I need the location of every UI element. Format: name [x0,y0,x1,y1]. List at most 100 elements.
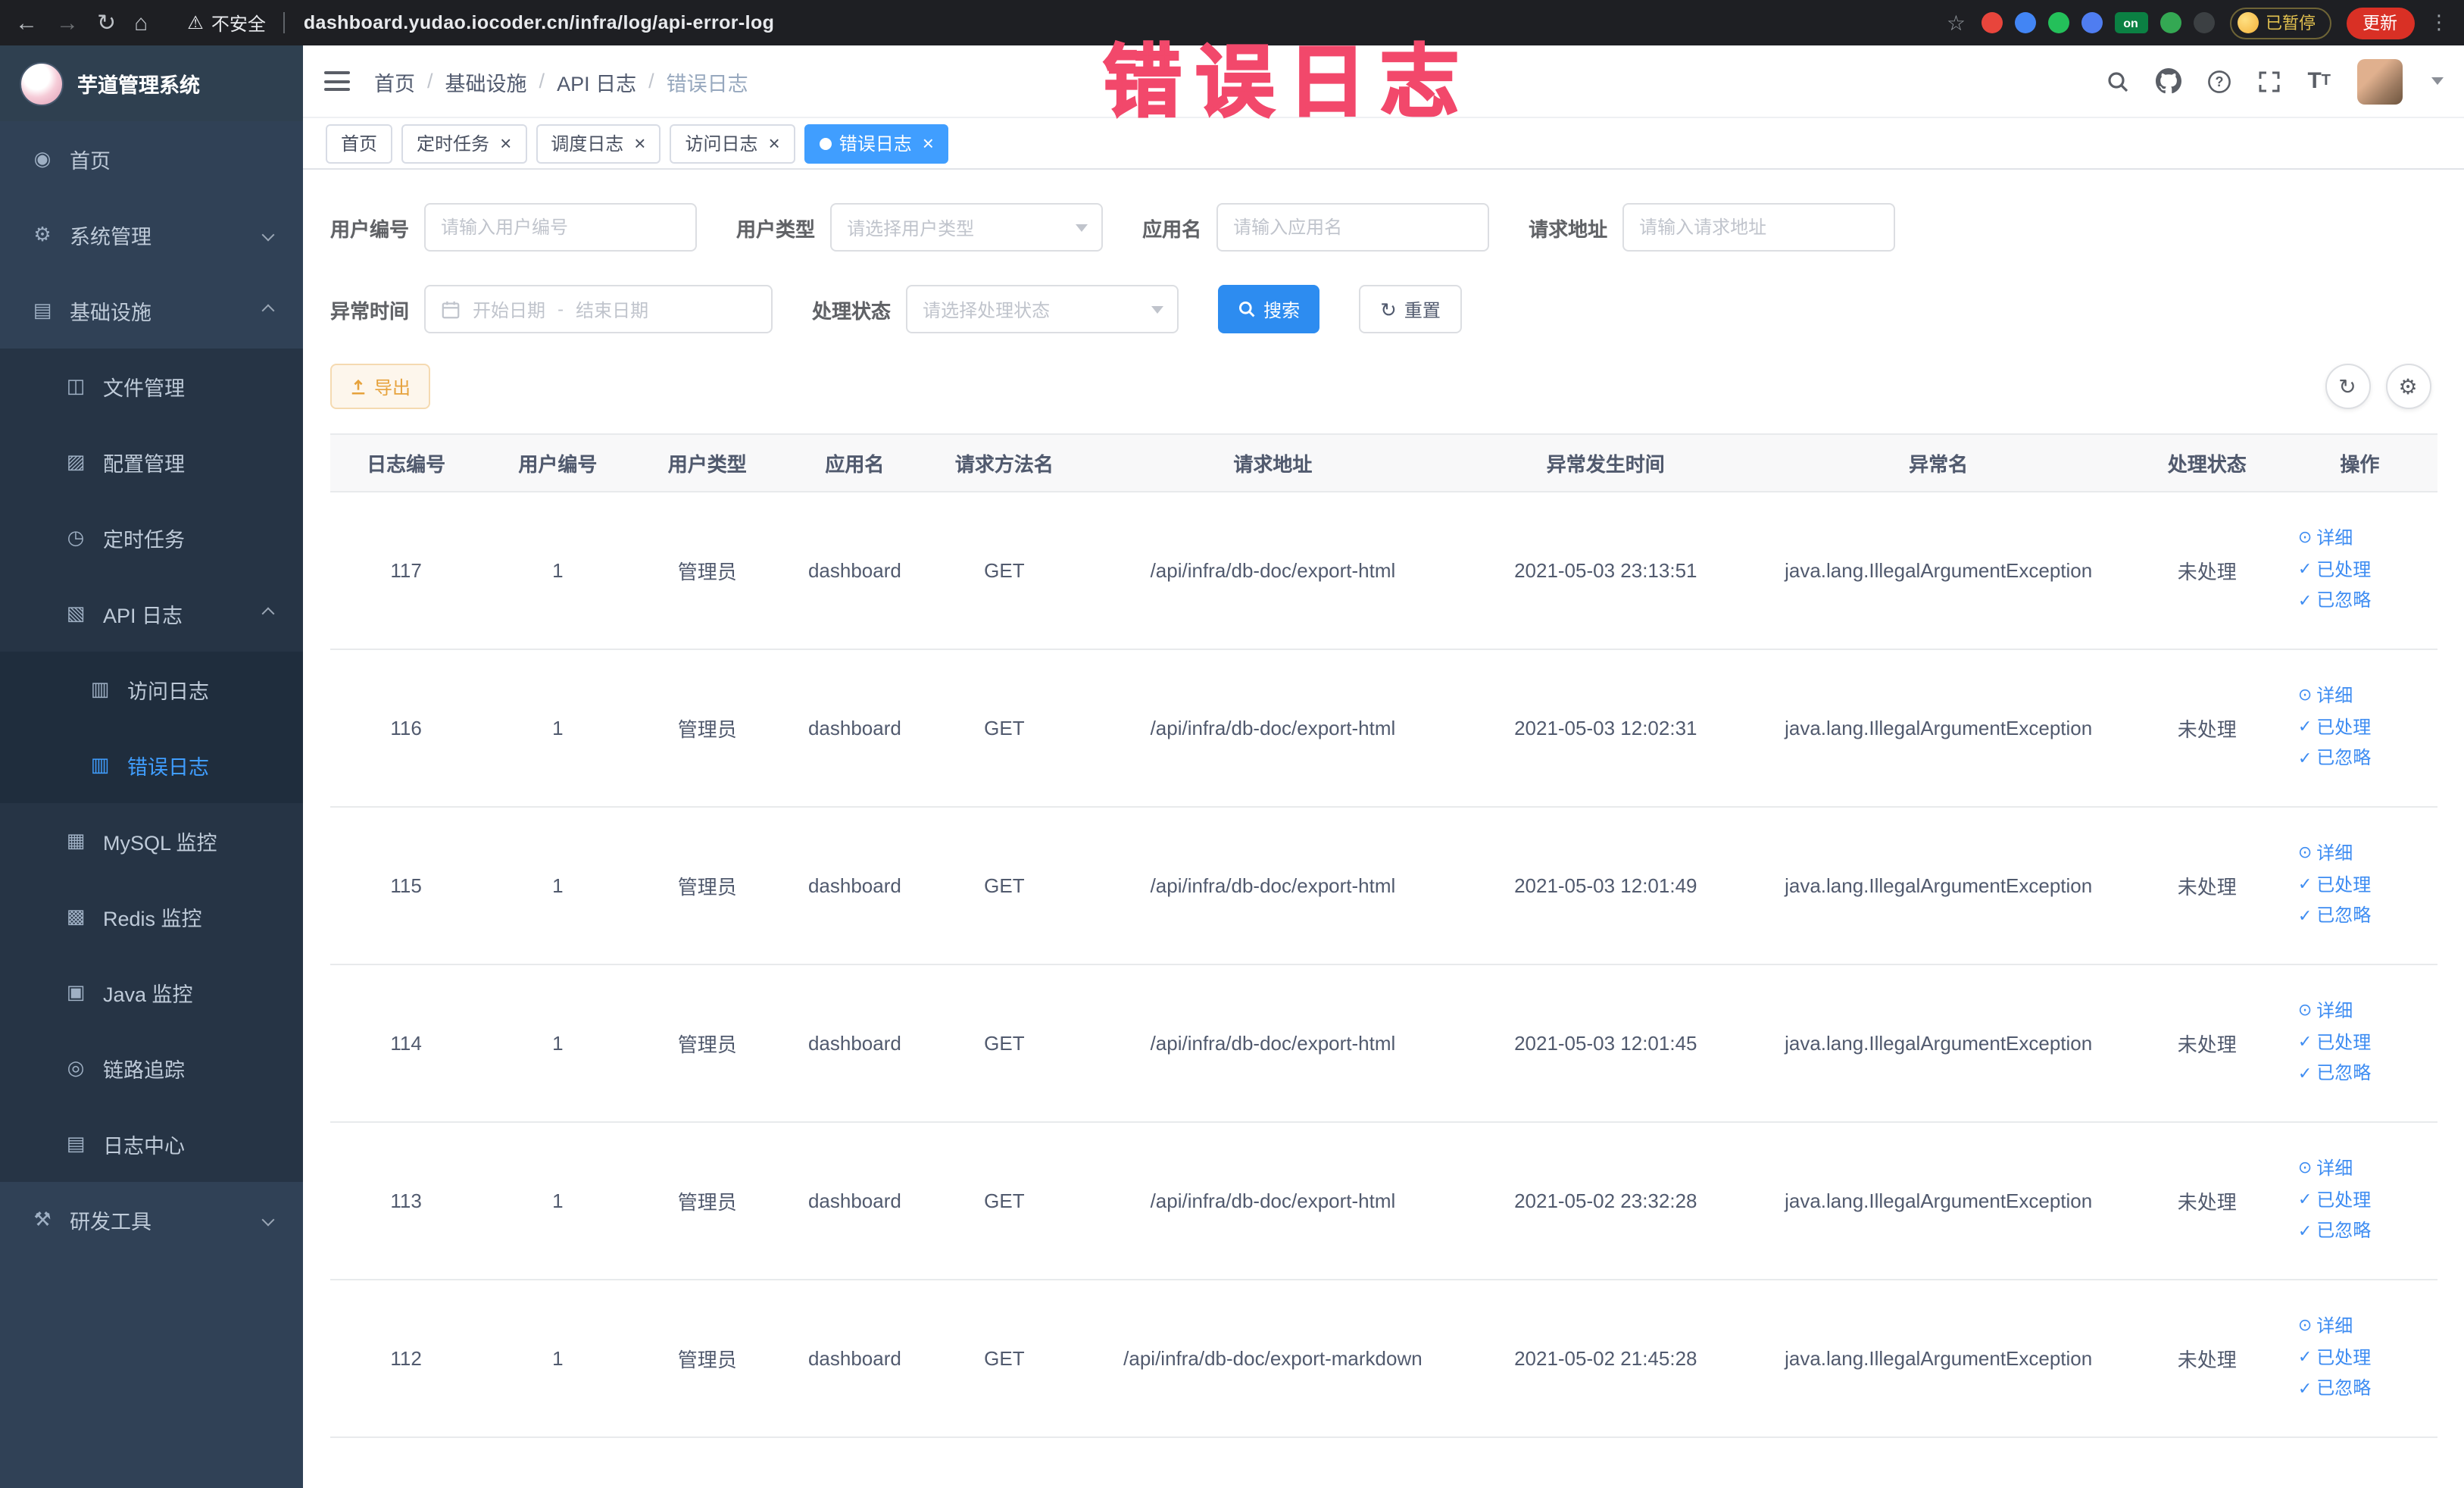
request-url-input[interactable] [1622,203,1896,252]
user-avatar[interactable] [2356,58,2402,104]
action-ignored[interactable]: ✓ 已忽略 [2298,748,2371,771]
bookmark-star-icon[interactable]: ☆ [1947,10,1966,36]
action-processed[interactable]: ✓ 已处理 [2298,558,2371,582]
search-icon[interactable] [2106,69,2130,93]
action-processed[interactable]: ✓ 已处理 [2298,716,2371,739]
paused-profile-chip[interactable]: 已暂停 [2229,7,2331,39]
action-ignored[interactable]: ✓ 已忽略 [2298,590,2371,614]
warning-icon: ⚠ [187,12,204,33]
sidebar-item-redis[interactable]: ▩ Redis 监控 [0,879,303,955]
sidebar-menu: ◉ 首页 ⚙ 系统管理 ▤ 基础设施 ◫ 文件管理 ▨ 配置管理 ◷ 定时任务 ▧ API 日志 ▥ 访问日志… [0,121,303,1258]
export-button[interactable]: 导出 [330,364,431,409]
sidebar-collapse-icon[interactable] [324,71,350,91]
action-label: 详细 [2316,1315,2353,1337]
sidebar-item-log-center[interactable]: ▤ 日志中心 [0,1106,303,1182]
filter-process-status: 处理状态 请选择处理状态 [812,285,1179,333]
extension-leaf-icon[interactable] [2160,12,2181,33]
action-detail[interactable]: ⊙ 详细 [2298,842,2353,866]
action-detail[interactable]: ⊙ 详细 [2298,527,2353,551]
action-detail[interactable]: ⊙ 详细 [2298,1000,2353,1024]
forward-icon[interactable]: → [56,11,79,34]
address-url[interactable]: dashboard.yudao.iocoder.cn/infra/log/api… [304,12,774,33]
tab-close-icon[interactable]: × [634,133,645,153]
browser-menu-icon[interactable]: ⋮ [2429,11,2449,35]
divider [283,12,286,33]
action-processed[interactable]: ✓ 已处理 [2298,874,2371,897]
breadcrumb-item[interactable]: API 日志 [557,66,636,96]
update-button[interactable]: 更新 [2346,7,2414,39]
user-type-select[interactable]: 请选择用户类型 [830,203,1104,252]
sidebar-item-config[interactable]: ▨ 配置管理 [0,424,303,500]
sidebar-item-home[interactable]: ◉ 首页 [0,121,303,197]
sidebar-item-system[interactable]: ⚙ 系统管理 [0,197,303,273]
extension-blue-drop-icon[interactable] [2014,12,2035,33]
sidebar-item-error-log[interactable]: ▥ 错误日志 [0,727,303,803]
tab-home[interactable]: 首页 [326,123,393,163]
sidebar-item-api-log[interactable]: ▧ API 日志 [0,576,303,652]
extension-blue-grid-icon[interactable] [2081,12,2102,33]
breadcrumb-item[interactable]: 基础设施 [445,66,527,96]
action-ignored[interactable]: ✓ 已忽略 [2298,1063,2371,1086]
site-security-chip[interactable]: ⚠ 不安全 [187,10,266,36]
extension-red-circle-icon[interactable] [1981,12,2002,33]
ignored-check-icon: ✓ [2297,592,2313,611]
search-button[interactable]: 搜索 [1218,285,1320,333]
extension-green-circle-icon[interactable] [2047,12,2069,33]
cell-method: GET [928,807,1080,965]
sidebar-item-file[interactable]: ◫ 文件管理 [0,349,303,424]
action-detail[interactable]: ⊙ 详细 [2298,1158,2353,1181]
tab-close-icon[interactable]: × [923,133,934,153]
filter-label: 处理状态 [812,299,892,322]
breadcrumb-item[interactable]: 首页 [374,66,415,96]
tab-close-icon[interactable]: × [500,133,511,153]
sidebar-logo[interactable]: 芋道管理系统 [0,45,303,121]
extension-paw-icon[interactable] [2193,12,2214,33]
exception-time-range[interactable]: 开始日期 - 结束日期 [424,285,773,333]
action-ignored[interactable]: ✓ 已忽略 [2298,905,2371,929]
font-size-icon[interactable]: TT [2307,68,2331,94]
app-name-input[interactable] [1216,203,1490,252]
cell-url: /api/infra/db-doc/export-html [1079,649,1466,808]
action-processed[interactable]: ✓ 已处理 [2298,1031,2371,1055]
filter-app-name: 应用名 [1142,203,1490,252]
tab-close-icon[interactable]: × [769,133,780,153]
fullscreen-icon[interactable] [2257,69,2281,93]
sidebar-item-mysql[interactable]: ▦ MySQL 监控 [0,803,303,879]
extension-on-badge[interactable]: on [2114,12,2147,33]
refresh-button[interactable]: ↻ [2325,364,2370,409]
github-icon[interactable] [2156,68,2182,94]
back-icon[interactable]: ← [15,11,38,34]
action-detail[interactable]: ⊙ 详细 [2298,685,2353,708]
column-settings-button[interactable]: ⚙ [2385,364,2431,409]
process-status-select[interactable]: 请选择处理状态 [906,285,1179,333]
sidebar-item-trace[interactable]: ◎ 链路追踪 [0,1030,303,1106]
action-label: 已处理 [2316,1189,2372,1211]
tab-access-log[interactable]: 访问日志 × [670,123,795,163]
chevron-down-icon [1151,306,1164,314]
sidebar-item-devtools[interactable]: ⚒ 研发工具 [0,1182,303,1258]
tab-error-log[interactable]: 错误日志 × [804,123,949,163]
reset-button[interactable]: ↻ 重置 [1359,285,1462,333]
devtools-icon: ⚒ [33,1208,52,1230]
access-log-icon: ▥ [90,677,110,700]
home-icon[interactable]: ⌂ [134,11,148,34]
action-processed[interactable]: ✓ 已处理 [2298,1346,2371,1370]
action-processed[interactable]: ✓ 已处理 [2298,1189,2371,1212]
search-button-label: 搜索 [1263,299,1301,320]
reload-icon[interactable]: ↻ [97,11,116,34]
sidebar-item-access-log[interactable]: ▥ 访问日志 [0,652,303,727]
breadcrumb-item: 错误日志 [666,72,748,95]
help-icon[interactable]: ? [2207,69,2231,93]
table-header-row: 日志编号 用户编号 用户类型 应用名 请求方法名 请求地址 异常发生时间 异常名 处理状态 操作 [330,433,2437,492]
action-ignored[interactable]: ✓ 已忽略 [2298,1378,2371,1402]
action-ignored[interactable]: ✓ 已忽略 [2298,1221,2371,1244]
chevron-down-icon[interactable] [2431,77,2443,85]
tab-job-log[interactable]: 调度日志 × [536,123,661,163]
sidebar-item-job[interactable]: ◷ 定时任务 [0,500,303,576]
user-id-input[interactable] [424,203,698,252]
action-label: 已忽略 [2316,747,2372,769]
action-detail[interactable]: ⊙ 详细 [2298,1315,2353,1339]
tab-job[interactable]: 定时任务 × [401,123,527,163]
sidebar-item-java[interactable]: ▣ Java 监控 [0,955,303,1030]
sidebar-item-infrastructure[interactable]: ▤ 基础设施 [0,273,303,349]
